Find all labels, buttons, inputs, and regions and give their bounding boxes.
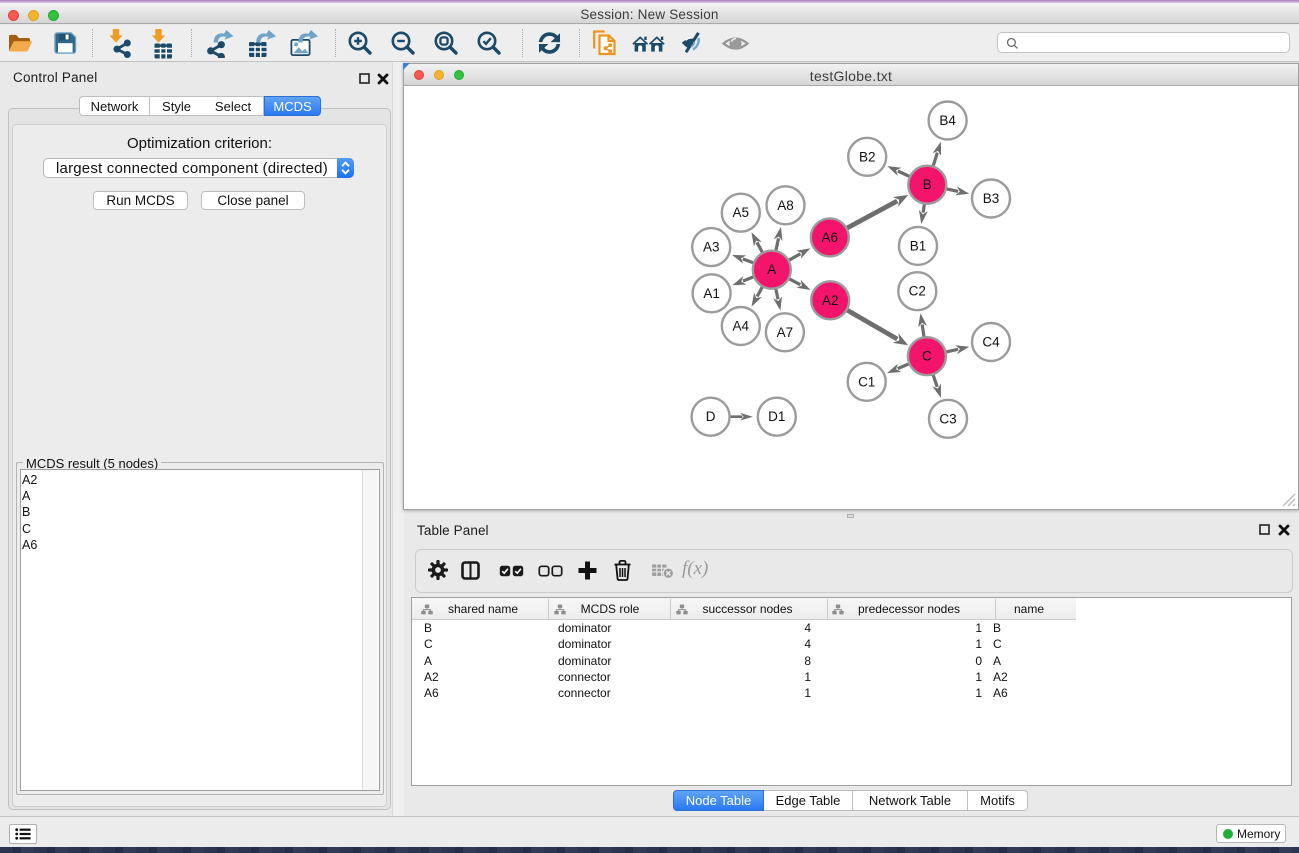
svg-text:C1: C1	[858, 374, 875, 389]
svg-text:D1: D1	[768, 409, 785, 424]
svg-text:C2: C2	[909, 284, 926, 299]
svg-text:A1: A1	[703, 286, 720, 301]
svg-text:B1: B1	[910, 238, 927, 253]
svg-text:A2: A2	[822, 293, 839, 308]
svg-text:A5: A5	[733, 205, 750, 220]
svg-text:A8: A8	[777, 198, 794, 213]
svg-text:B3: B3	[983, 191, 1000, 206]
svg-text:C4: C4	[982, 335, 1000, 350]
svg-text:C: C	[922, 349, 932, 364]
svg-text:B2: B2	[859, 149, 876, 164]
svg-text:A: A	[767, 262, 776, 277]
svg-text:C3: C3	[939, 411, 956, 426]
svg-text:B4: B4	[939, 113, 956, 128]
svg-text:A3: A3	[703, 240, 720, 255]
svg-text:B: B	[923, 177, 932, 192]
svg-text:A4: A4	[733, 319, 750, 334]
svg-text:A7: A7	[777, 325, 794, 340]
svg-text:A6: A6	[822, 230, 839, 245]
svg-text:D: D	[706, 409, 716, 424]
